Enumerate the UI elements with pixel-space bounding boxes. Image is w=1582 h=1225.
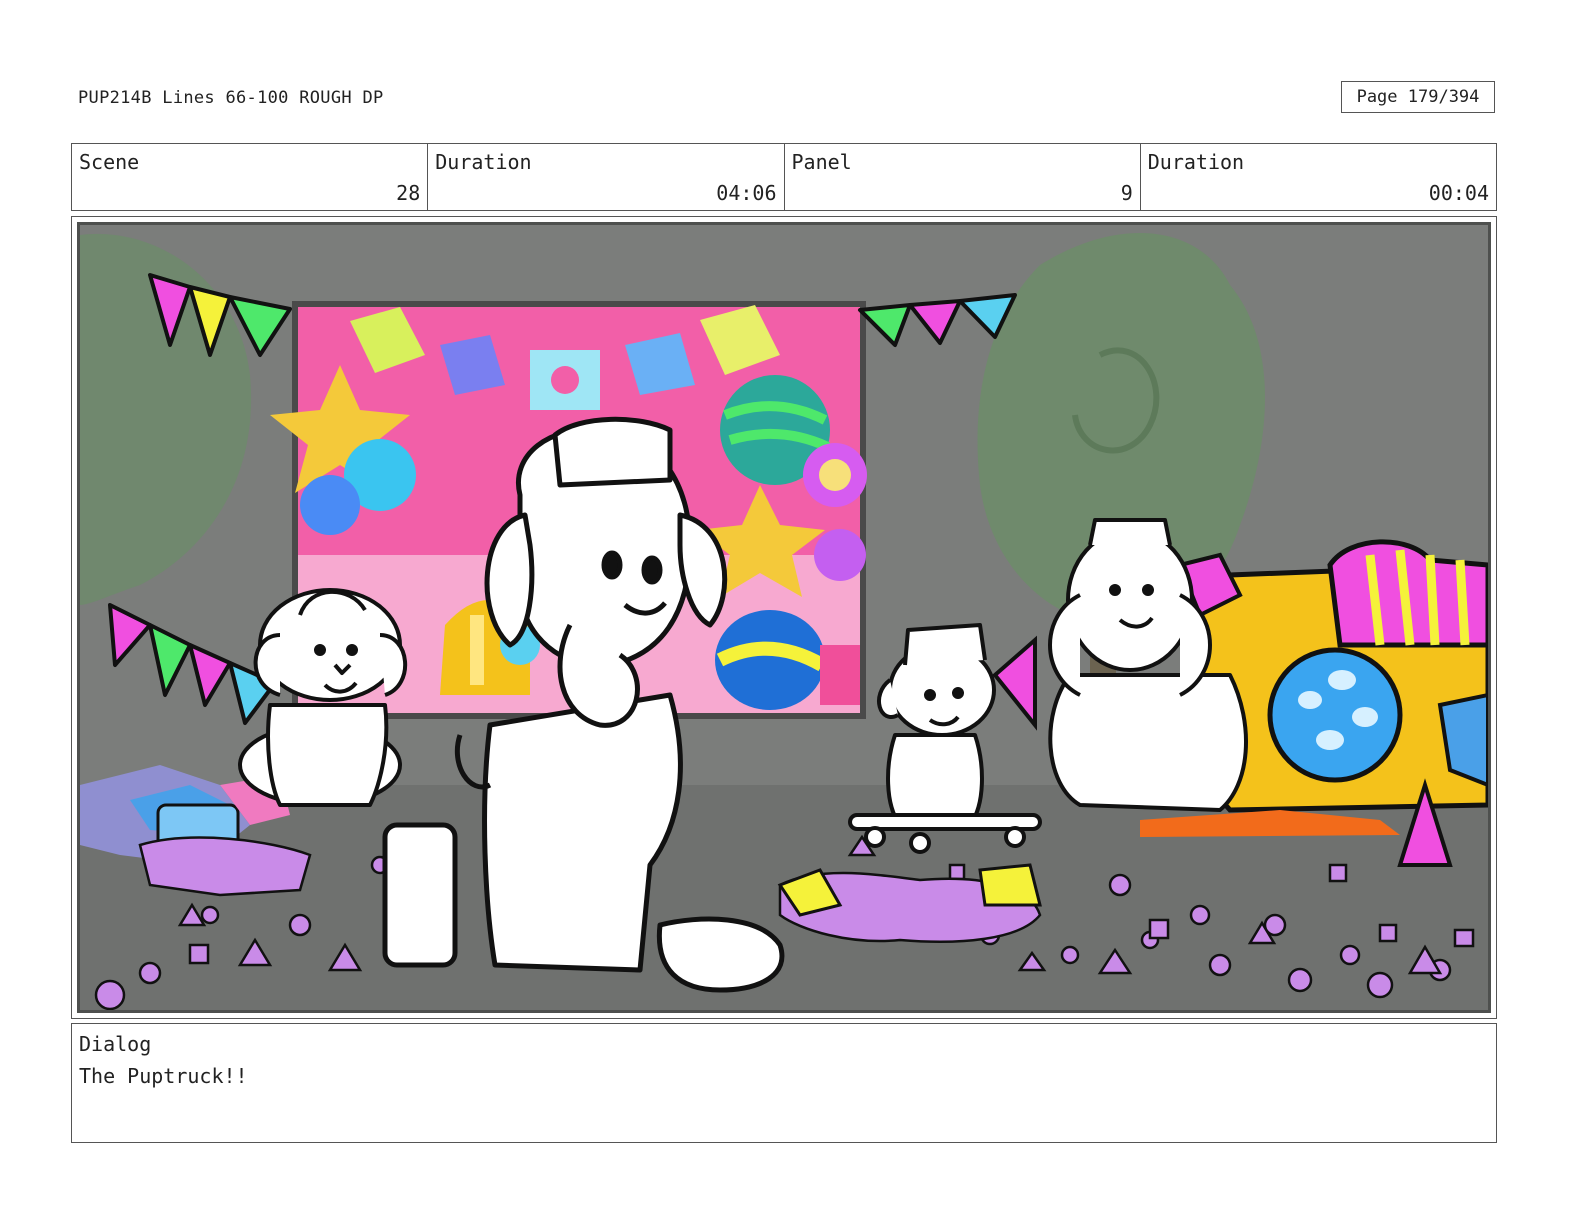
scene-label: Scene: [79, 150, 140, 174]
dialog-label: Dialog: [79, 1032, 152, 1056]
panel-duration-value: 00:04: [1428, 181, 1489, 205]
panel-duration-label: Duration: [1147, 150, 1245, 174]
dialog-text: The Puptruck!!: [79, 1064, 248, 1088]
party-scene-drawing: [80, 225, 1488, 1010]
storyboard-panel-image: [77, 222, 1491, 1013]
panel-label: Panel: [791, 150, 852, 174]
document-title: PUP214B Lines 66-100 ROUGH DP: [78, 88, 384, 108]
panel-cell: Panel 9: [785, 144, 1141, 210]
scene-value: 28: [396, 181, 421, 205]
dialog-box: Dialog The Puptruck!!: [71, 1023, 1497, 1143]
scene-duration-cell: Duration 04:06: [428, 144, 785, 210]
panel-duration-cell: Duration 00:04: [1141, 144, 1496, 210]
page-number: Page 179/394: [1341, 81, 1495, 113]
scene-duration-value: 04:06: [716, 181, 777, 205]
panel-value: 9: [1120, 181, 1133, 205]
scene-info-table: Scene 28 Duration 04:06 Panel 9 Duration…: [71, 143, 1497, 211]
scene-duration-label: Duration: [435, 150, 532, 174]
scene-cell: Scene 28: [72, 144, 429, 210]
